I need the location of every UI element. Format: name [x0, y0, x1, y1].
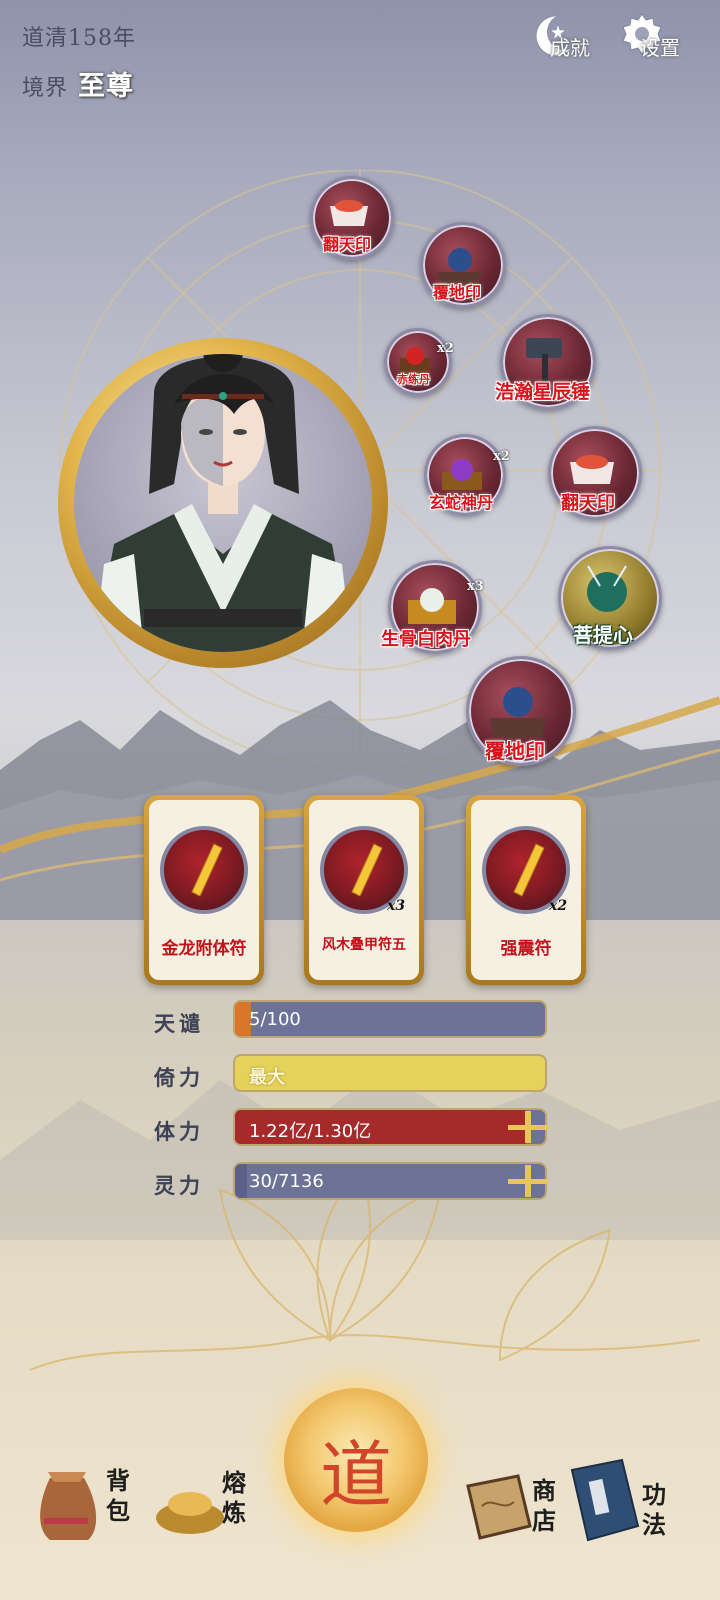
treasure-count: x2 — [437, 341, 454, 356]
pouch-icon — [40, 1472, 97, 1540]
nav-shop-button[interactable]: 商店 — [458, 1466, 568, 1556]
treasure-count: x2 — [493, 449, 510, 464]
realm-value: 至尊 — [78, 71, 135, 102]
realm-label: 境界 — [22, 76, 69, 101]
treasure-label: 覆地印 — [485, 739, 545, 763]
treasure-label: 生骨白肉丹 — [381, 629, 471, 650]
cultivator-figure — [94, 354, 352, 652]
plus-icon — [508, 1165, 548, 1197]
treasure-orb-xuanshe[interactable]: x2 玄蛇神丹 — [424, 434, 510, 516]
talisman-card-jinlong[interactable]: 金龙附体符 — [144, 795, 264, 985]
talisman-name: 强震符 — [500, 939, 552, 959]
gold-ingots-icon — [156, 1492, 224, 1534]
achievement-label: 成就 — [550, 36, 590, 60]
treasure-orb-fantian-2[interactable]: 翻天印 — [548, 426, 642, 520]
plus-icon — [508, 1111, 548, 1143]
era-year-text: 道清158年 — [22, 26, 136, 51]
treasure-orb-fudi-1[interactable]: 覆地印 — [420, 222, 506, 308]
treasure-orb-fudi-2[interactable]: 覆地印 — [466, 656, 576, 766]
might-value: 最大 — [249, 1067, 285, 1088]
nav-refine-label: 熔炼 — [222, 1468, 246, 1527]
stat-label-lingli: 灵力 — [154, 1173, 204, 1198]
settings-label: 设置 — [640, 36, 680, 60]
treasure-label: 菩提心 — [573, 623, 633, 647]
treasure-orb-fantian-1[interactable]: 翻天印 — [310, 176, 394, 260]
treasure-orb-haohan-hammer[interactable]: 浩瀚星辰锤 — [495, 314, 596, 410]
talisman-count: x2 — [549, 898, 568, 914]
dao-cultivate-button[interactable]: 道 — [284, 1388, 428, 1532]
stat-label-jiuli: 倚力 — [154, 1065, 204, 1090]
dao-seal-label: 道 — [319, 1433, 392, 1517]
treasure-label: 翻天印 — [323, 235, 372, 254]
cultivation-realm: 境界 至尊 — [22, 64, 134, 103]
nav-skills-button[interactable]: 功法 — [562, 1456, 692, 1556]
map-scroll-icon — [466, 1474, 532, 1540]
treasure-orb-shenggu[interactable]: x3 生骨白肉丹 — [381, 560, 484, 654]
scroll-talisman-icon — [191, 843, 223, 897]
book-icon — [570, 1458, 640, 1542]
nav-shop-label: 商店 — [532, 1476, 556, 1535]
talisman-icon — [160, 826, 248, 914]
talisman-count: x3 — [387, 898, 406, 914]
nav-bag-label: 背包 — [106, 1466, 130, 1525]
might-bar: 最大 — [233, 1054, 547, 1092]
add-spirit-button[interactable] — [500, 1161, 554, 1201]
add-stamina-button[interactable] — [500, 1107, 554, 1147]
nav-refine-button[interactable]: 熔炼 — [150, 1468, 260, 1550]
talisman-name: 金龙附体符 — [161, 939, 247, 959]
nav-bag-button[interactable]: 背包 — [30, 1458, 130, 1548]
talisman-name: 风木叠甲符五 — [322, 937, 406, 953]
talisman-card-qiangzhen[interactable]: x2 强震符 — [466, 795, 586, 985]
treasure-label: 翻天印 — [561, 493, 615, 514]
settings-button[interactable]: 设置 — [618, 8, 698, 64]
treasure-label: 赤练丹 — [397, 373, 430, 386]
tianqian-bar: 5/100 — [233, 1000, 547, 1038]
treasure-label: 玄蛇神丹 — [429, 493, 494, 512]
treasure-orb-puti[interactable]: 菩提心 — [558, 546, 662, 650]
treasure-count: x3 — [467, 579, 484, 594]
lotus-decoration — [0, 1070, 720, 1371]
tianqian-value: 5/100 — [249, 1009, 301, 1030]
stamina-value: 1.22亿/1.30亿 — [249, 1121, 372, 1142]
spirit-value: 30/7136 — [249, 1171, 324, 1192]
treasure-label: 覆地印 — [433, 283, 482, 302]
treasure-orb-chilian[interactable]: x2 赤练丹 — [384, 328, 454, 396]
character-portrait[interactable] — [74, 354, 372, 652]
stat-label-tianqian: 天谴 — [154, 1011, 204, 1036]
talisman-card-fengmu[interactable]: x3 风木叠甲符五 — [304, 795, 424, 985]
spirit-fill — [235, 1164, 248, 1198]
treasure-label: 浩瀚星辰锤 — [495, 381, 591, 403]
nav-skills-label: 功法 — [642, 1480, 666, 1539]
achievement-button[interactable]: 成就 — [528, 8, 608, 64]
stat-label-tili: 体力 — [154, 1119, 204, 1144]
